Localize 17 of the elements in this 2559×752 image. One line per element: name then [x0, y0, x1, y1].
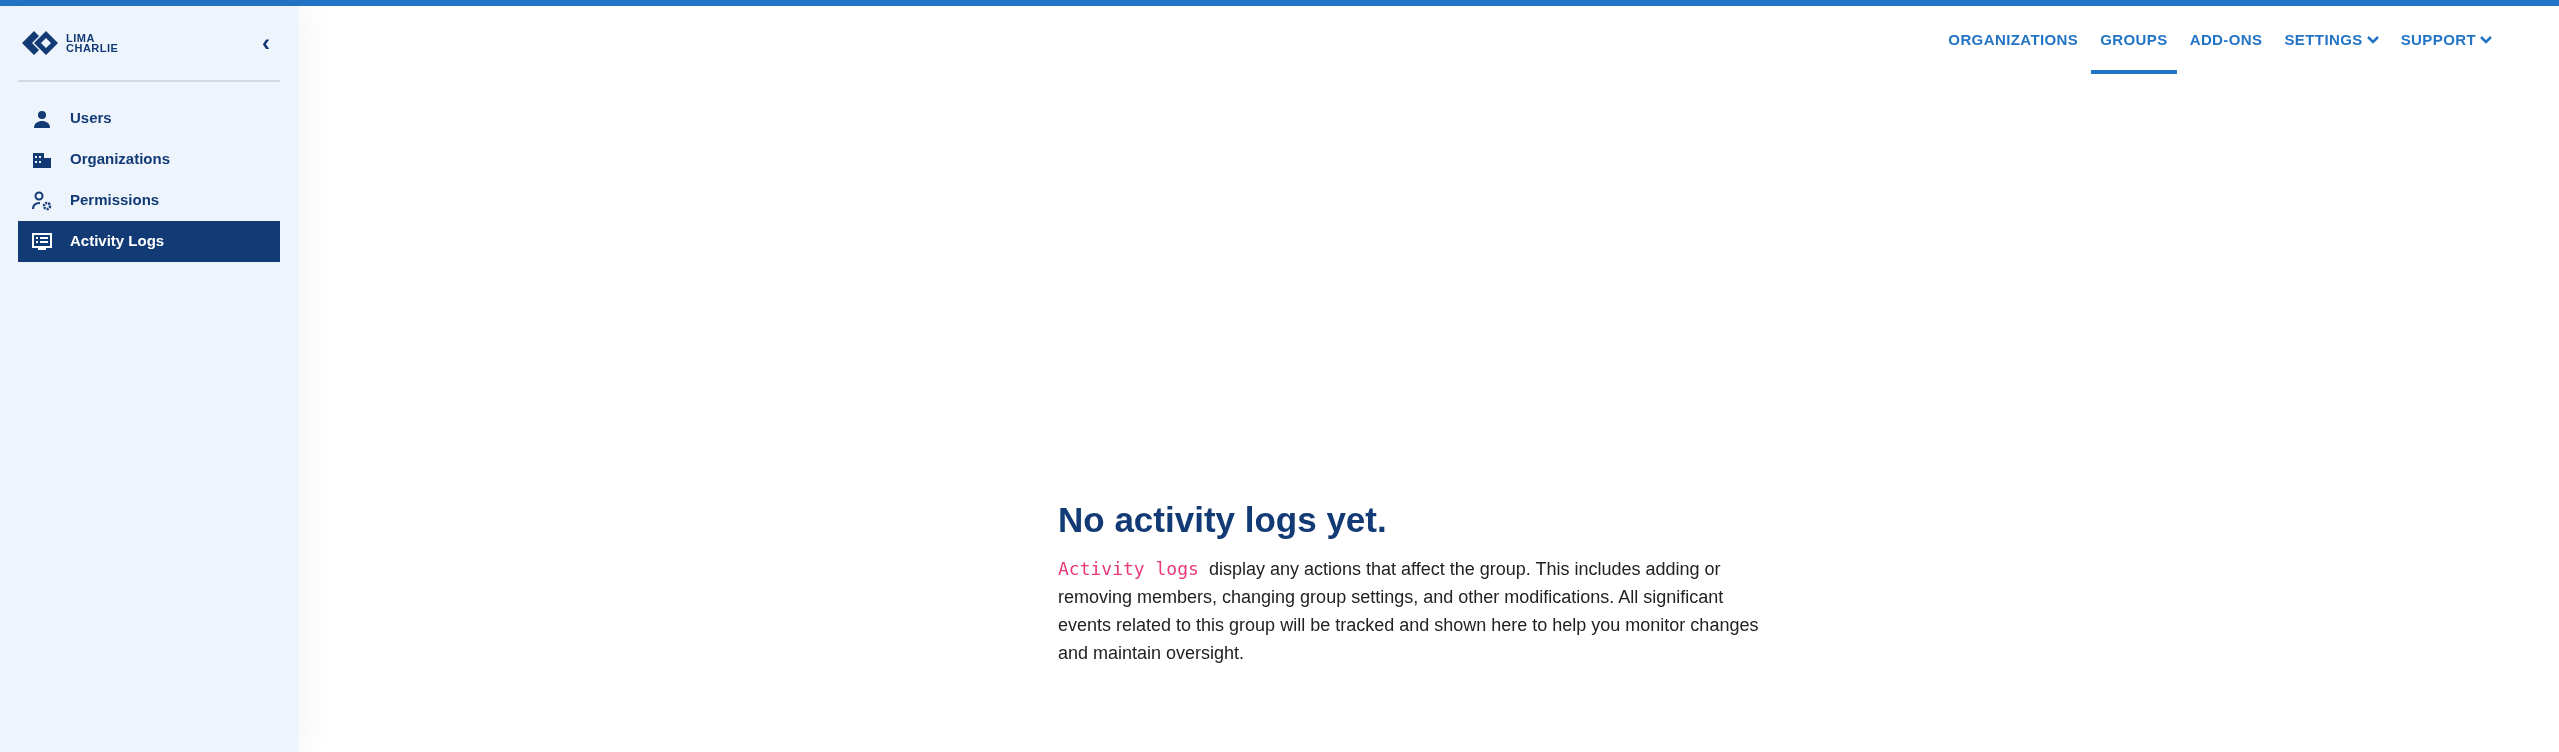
nav-tab[interactable]: ADD-ONS: [2180, 6, 2272, 74]
nav-tab[interactable]: ORGANIZATIONS: [1939, 6, 2088, 74]
monitor-icon: [32, 231, 52, 252]
sidebar-item[interactable]: Organizations: [18, 139, 280, 180]
sidebar-item[interactable]: Users: [18, 98, 280, 139]
nav-tab[interactable]: GROUPS: [2091, 6, 2177, 74]
empty-state-description: Activity logs display any actions that affect the group. This includes adding or removing members, changing group settings, and other modifications. All significant events related to this group will be tracked and shown here to help you monitor changes and maintain oversight.: [1058, 557, 1760, 665]
sidebar-item[interactable]: Permissions: [18, 180, 280, 221]
logo-icon: [22, 31, 58, 55]
empty-state-title: No activity logs yet.: [1058, 499, 1388, 541]
user-icon: [32, 108, 52, 129]
sidebar-item[interactable]: Activity Logs: [18, 221, 280, 262]
nav-tab[interactable]: SETTINGS: [2275, 6, 2388, 74]
collapse-button[interactable]: ‹: [252, 31, 280, 55]
user-gear-icon: [32, 190, 52, 211]
logo-text: LIMA CHARLIE: [66, 33, 119, 53]
nav-tab[interactable]: SUPPORT: [2391, 6, 2501, 74]
